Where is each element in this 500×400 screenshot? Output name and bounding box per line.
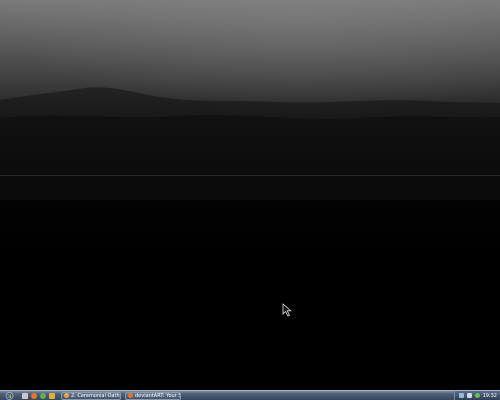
mouse-cursor-icon xyxy=(282,303,292,317)
show-desktop-icon[interactable] xyxy=(22,392,28,399)
taskbar-item-label: 2. Ceremonial Oath - ... xyxy=(71,392,120,399)
network-icon[interactable] xyxy=(458,393,464,398)
taskbar-item-media-player[interactable]: 2. Ceremonial Oath - ... xyxy=(61,391,121,400)
media-player-icon xyxy=(64,393,69,398)
taskbar-item-label: deviantART: Your Se... xyxy=(135,392,180,399)
firefox-icon xyxy=(128,393,133,398)
volume-icon[interactable] xyxy=(466,393,472,398)
media-player-icon[interactable] xyxy=(40,392,46,399)
quick-launch xyxy=(22,392,55,399)
taskbar-item-browser[interactable]: deviantART: Your Se... xyxy=(125,391,181,400)
folder-icon[interactable] xyxy=(49,392,55,399)
firefox-icon[interactable] xyxy=(31,392,37,399)
horizon-line xyxy=(0,175,500,176)
start-button[interactable] xyxy=(2,391,16,400)
system-tray: 19:32 xyxy=(453,391,500,400)
clock[interactable]: 19:32 xyxy=(483,393,497,399)
start-orb-icon xyxy=(5,391,13,400)
taskbar: 2. Ceremonial Oath - ... deviantART: You… xyxy=(0,390,500,400)
wallpaper-landscape xyxy=(0,87,500,200)
security-icon[interactable] xyxy=(474,393,480,398)
desktop xyxy=(0,0,500,390)
